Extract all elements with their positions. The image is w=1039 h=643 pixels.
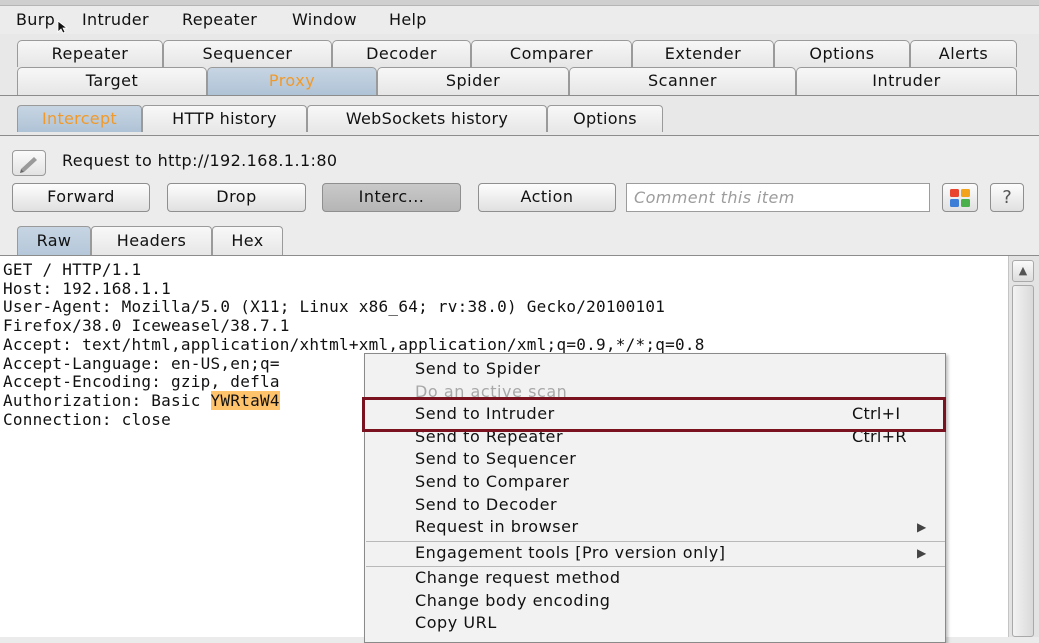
submenu-arrow-icon: ▶ (917, 546, 927, 560)
intercept-toggle-button[interactable]: Interc... (322, 183, 461, 212)
menu-copy-url[interactable]: Copy URL (365, 612, 945, 635)
edit-pencil-icon[interactable] (12, 150, 46, 176)
forward-button[interactable]: Forward (12, 183, 150, 212)
menu-send-to-sequencer[interactable]: Send to Sequencer (365, 448, 945, 471)
tab-sequencer[interactable]: Sequencer (163, 40, 332, 67)
menu-engagement-tools[interactable]: Engagement tools [Pro version only] ▶ (365, 542, 945, 565)
submenu-arrow-icon: ▶ (917, 520, 927, 535)
highlight-box (362, 397, 946, 432)
request-line: Firefox/38.0 Iceweasel/38.7.1 (3, 316, 290, 336)
tab-scanner[interactable]: Scanner (569, 67, 796, 95)
request-line: Accept: text/html,application/xhtml+xml,… (3, 334, 705, 354)
tab-intruder[interactable]: Intruder (796, 67, 1017, 95)
menu-request-in-browser[interactable]: Request in browser ▶ (365, 516, 945, 539)
request-line: Accept-Encoding: gzip, defla (3, 372, 280, 392)
tab-extender[interactable]: Extender (632, 40, 774, 67)
tab-alerts[interactable]: Alerts (910, 40, 1017, 67)
request-line: Host: 192.168.1.1 (3, 278, 172, 298)
menu-change-request-method[interactable]: Change request method (365, 567, 945, 590)
tab-target[interactable]: Target (17, 67, 207, 95)
menu-burp[interactable]: Burp (16, 10, 55, 29)
highlight-color-button[interactable] (942, 183, 978, 212)
tab-headers[interactable]: Headers (91, 226, 212, 256)
tab-comparer[interactable]: Comparer (471, 40, 632, 67)
main-tabs: Repeater Sequencer Decoder Comparer Exte… (0, 34, 1039, 96)
tab-options[interactable]: Options (774, 40, 910, 67)
proxy-tabs: Intercept HTTP history WebSockets histor… (0, 96, 1039, 136)
comment-input[interactable] (626, 183, 930, 212)
request-line: Accept-Language: en-US,en;q= (3, 353, 280, 373)
tab-websockets-history[interactable]: WebSockets history (307, 105, 547, 132)
mouse-cursor-icon (57, 20, 69, 34)
tab-proxy[interactable]: Proxy (207, 67, 377, 95)
tab-repeater[interactable]: Repeater (17, 40, 163, 67)
color-grid-icon (950, 189, 970, 207)
menu-window[interactable]: Window (292, 10, 357, 29)
menu-intruder[interactable]: Intruder (82, 10, 149, 29)
help-button[interactable]: ? (990, 183, 1024, 212)
tab-raw[interactable]: Raw (17, 226, 91, 256)
menu-send-to-comparer[interactable]: Send to Comparer (365, 471, 945, 494)
menu-send-to-decoder[interactable]: Send to Decoder (365, 494, 945, 517)
scrollbar-thumb[interactable] (1012, 285, 1034, 637)
request-target-label: Request to http://192.168.1.1:80 (62, 151, 338, 170)
request-line: Authorization: Basic (3, 390, 211, 410)
request-line: Connection: close (3, 409, 172, 429)
tab-decoder[interactable]: Decoder (332, 40, 471, 67)
menu-send-to-spider[interactable]: Send to Spider (365, 358, 945, 381)
request-line: User-Agent: Mozilla/5.0 (X11; Linux x86_… (3, 297, 666, 317)
tab-proxy-options[interactable]: Options (547, 105, 663, 132)
action-button[interactable]: Action (478, 183, 616, 212)
tab-http-history[interactable]: HTTP history (142, 105, 307, 132)
scroll-up-arrow-icon[interactable]: ▲ (1012, 260, 1034, 282)
menu-repeater[interactable]: Repeater (182, 10, 257, 29)
auth-token-selection: YWRtaW4 (210, 390, 280, 410)
menu-change-body-encoding[interactable]: Change body encoding (365, 590, 945, 613)
tab-spider[interactable]: Spider (377, 67, 569, 95)
menu-bar: Burp Intruder Repeater Window Help (0, 6, 1039, 34)
tab-intercept[interactable]: Intercept (17, 105, 142, 132)
request-line: GET / HTTP/1.1 (3, 260, 142, 279)
drop-button[interactable]: Drop (167, 183, 306, 212)
tab-hex[interactable]: Hex (212, 226, 283, 256)
menu-help[interactable]: Help (389, 10, 427, 29)
